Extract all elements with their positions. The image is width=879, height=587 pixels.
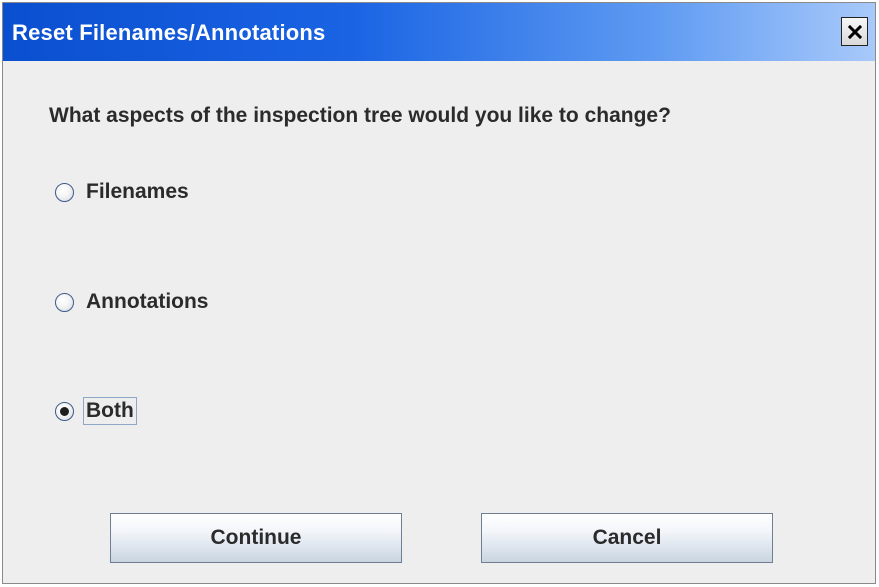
dialog-title: Reset Filenames/Annotations — [12, 20, 326, 45]
radio-both-indicator[interactable] — [55, 401, 74, 421]
radio-annotations-label[interactable]: Annotations — [83, 288, 211, 316]
cancel-button[interactable]: Cancel — [481, 513, 773, 563]
radio-annotations-indicator[interactable] — [55, 292, 74, 312]
close-button[interactable] — [841, 17, 868, 46]
reset-dialog: Reset Filenames/Annotations What aspects… — [2, 2, 876, 584]
radio-filenames[interactable]: Filenames — [55, 177, 192, 207]
radio-filenames-label[interactable]: Filenames — [83, 178, 192, 206]
radio-both[interactable]: Both — [55, 396, 137, 426]
radio-filenames-indicator[interactable] — [55, 182, 74, 202]
radio-both-label[interactable]: Both — [83, 397, 137, 425]
continue-button[interactable]: Continue — [110, 513, 402, 563]
radio-annotations[interactable]: Annotations — [55, 287, 211, 317]
close-icon — [847, 24, 862, 39]
title-bar[interactable]: Reset Filenames/Annotations — [3, 3, 875, 61]
question-label: What aspects of the inspection tree woul… — [49, 104, 671, 127]
